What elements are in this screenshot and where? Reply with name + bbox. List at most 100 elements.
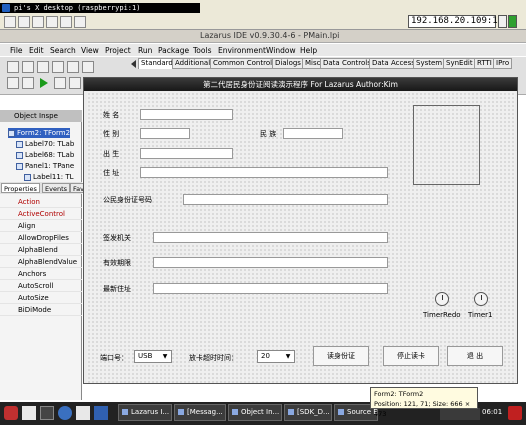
prop-bidi-mode[interactable]: BiDiMode bbox=[0, 304, 82, 316]
open-button[interactable] bbox=[22, 61, 34, 73]
menu-tools[interactable]: Tools bbox=[193, 46, 211, 55]
tab-rtti[interactable]: RTTI bbox=[474, 58, 495, 69]
tab-dialogs[interactable]: Dialogs bbox=[272, 58, 304, 69]
tree-item-label68[interactable]: Label68: TLab bbox=[16, 150, 74, 160]
address-label: 住 址 bbox=[103, 169, 120, 177]
name-field[interactable] bbox=[140, 109, 233, 120]
form-icon bbox=[8, 129, 15, 137]
tab-additional[interactable]: Additional bbox=[172, 58, 214, 69]
read-id-card-button[interactable]: 读身份证 bbox=[313, 346, 369, 366]
stop-reading-button[interactable]: 停止读卡 bbox=[383, 346, 439, 366]
pause-button[interactable] bbox=[54, 77, 66, 89]
vnc-refresh-button[interactable] bbox=[32, 16, 44, 28]
prop-align[interactable]: Align bbox=[0, 220, 82, 232]
view-units-button[interactable] bbox=[7, 77, 19, 89]
menu-search[interactable]: Search bbox=[50, 46, 76, 55]
vnc-ctrl-button[interactable] bbox=[60, 16, 72, 28]
tab-events[interactable]: Events bbox=[42, 183, 71, 193]
tab-data-access[interactable]: Data Access bbox=[369, 58, 418, 69]
run-icon[interactable] bbox=[40, 78, 48, 88]
tab-synedit[interactable]: SynEdit bbox=[443, 58, 476, 69]
file-manager-icon[interactable] bbox=[22, 406, 36, 420]
stop-button[interactable] bbox=[69, 77, 81, 89]
tab-system[interactable]: System bbox=[413, 58, 446, 69]
menu-edit[interactable]: Edit bbox=[29, 46, 44, 55]
prop-allow-drop-files[interactable]: AllowDropFiles bbox=[0, 232, 82, 244]
prop-alpha-blend[interactable]: AlphaBlend bbox=[0, 244, 82, 256]
timer1-icon[interactable] bbox=[474, 292, 488, 306]
tab-ipro[interactable]: IPro bbox=[493, 58, 513, 69]
prop-action[interactable]: Action bbox=[0, 196, 82, 208]
vnc-toolbar: pi's X desktop (raspberrypi:1) 192.168.2… bbox=[0, 0, 526, 30]
tab-properties[interactable]: Properties bbox=[1, 183, 40, 193]
port-select[interactable]: USB ▼ bbox=[134, 350, 172, 363]
menu-window[interactable]: Window bbox=[266, 46, 296, 55]
timeout-select[interactable]: 20 ▼ bbox=[257, 350, 295, 363]
prop-anchors[interactable]: Anchors bbox=[0, 268, 82, 280]
port-value: USB bbox=[138, 352, 153, 360]
panel-icon bbox=[16, 162, 23, 170]
sex-field[interactable] bbox=[140, 128, 190, 139]
minimize-all-icon[interactable] bbox=[76, 406, 90, 420]
new-unit-button[interactable] bbox=[7, 61, 19, 73]
prop-active-control[interactable]: ActiveControl bbox=[0, 208, 82, 220]
tooltip-line2: Position: 121, 71; Size: 666 × 473 bbox=[374, 400, 471, 418]
vnc-alt-button[interactable] bbox=[74, 16, 86, 28]
menu-file[interactable]: File bbox=[10, 46, 23, 55]
prop-alpha-blend-value[interactable]: AlphaBlendValue bbox=[0, 256, 82, 268]
browser-icon[interactable] bbox=[58, 406, 72, 420]
tree-item-panel1[interactable]: Panel1: TPane bbox=[16, 161, 74, 171]
object-inspector-tabs: Properties Events Fav bbox=[0, 182, 87, 194]
save-all-button[interactable] bbox=[52, 61, 64, 73]
menu-view[interactable]: View bbox=[81, 46, 99, 55]
shutdown-icon[interactable] bbox=[508, 406, 522, 420]
vnc-info-button[interactable] bbox=[18, 16, 30, 28]
address-field[interactable] bbox=[140, 167, 388, 178]
desktop-switch-icon[interactable] bbox=[94, 406, 108, 420]
menu-help[interactable]: Help bbox=[300, 46, 317, 55]
issuer-field[interactable] bbox=[153, 232, 388, 243]
timer-redo-icon[interactable] bbox=[435, 292, 449, 306]
raspberry-menu-icon[interactable] bbox=[4, 406, 18, 420]
timer-redo-label: TimerRedo bbox=[423, 311, 461, 319]
chevron-down-icon: ▼ bbox=[162, 353, 168, 360]
tree-item-label70[interactable]: Label70: TLab bbox=[16, 139, 74, 149]
menu-package[interactable]: Package bbox=[158, 46, 189, 55]
tab-standard[interactable]: Standard bbox=[138, 58, 176, 69]
form-size-tooltip: Form2: TForm2 Position: 121, 71; Size: 6… bbox=[370, 387, 478, 418]
toggle-form-button[interactable] bbox=[82, 61, 94, 73]
task-sdk[interactable]: [SDK_D... bbox=[284, 404, 332, 421]
vnc-title: pi's X desktop (raspberrypi:1) bbox=[14, 4, 141, 12]
valid-period-field[interactable] bbox=[153, 257, 388, 268]
task-messages[interactable]: [Messag... bbox=[174, 404, 226, 421]
tab-data-controls[interactable]: Data Controls bbox=[320, 58, 374, 69]
id-number-field[interactable] bbox=[183, 194, 388, 205]
tab-common-controls[interactable]: Common Controls bbox=[210, 58, 279, 69]
tree-item-label11[interactable]: Label11: TL bbox=[24, 172, 74, 182]
form-designer-window[interactable]: 第二代居民身份证阅读演示程序 For Lazarus Author:Kim 姓 … bbox=[83, 77, 518, 384]
menu-run[interactable]: Run bbox=[138, 46, 152, 55]
new-address-field[interactable] bbox=[153, 283, 388, 294]
palette-scroll-left-icon[interactable] bbox=[131, 60, 136, 68]
prop-auto-scroll[interactable]: AutoScroll bbox=[0, 280, 82, 292]
task-lazarus[interactable]: Lazarus I... bbox=[118, 404, 172, 421]
nation-field[interactable] bbox=[283, 128, 343, 139]
vnc-ctrl-alt-del-button[interactable] bbox=[46, 16, 58, 28]
vnc-dropdown-button[interactable] bbox=[498, 15, 507, 28]
vnc-connect-button[interactable] bbox=[508, 15, 517, 28]
tree-item-form2[interactable]: Form2: TForm2 bbox=[8, 128, 71, 138]
vnc-options-button[interactable] bbox=[4, 16, 16, 28]
menu-project[interactable]: Project bbox=[105, 46, 131, 55]
new-form-button[interactable] bbox=[67, 61, 79, 73]
label-icon bbox=[24, 173, 31, 181]
terminal-icon[interactable] bbox=[40, 406, 54, 420]
birth-field[interactable] bbox=[140, 148, 233, 159]
vnc-logo-icon bbox=[2, 4, 10, 12]
view-forms-button[interactable] bbox=[22, 77, 34, 89]
save-button[interactable] bbox=[37, 61, 49, 73]
exit-button[interactable]: 退 出 bbox=[447, 346, 503, 366]
task-object-inspector[interactable]: Object In... bbox=[228, 404, 282, 421]
menu-environment[interactable]: Environment bbox=[218, 46, 266, 55]
vnc-address-field[interactable]: 192.168.20.109:1 bbox=[408, 15, 498, 28]
prop-auto-size[interactable]: AutoSize bbox=[0, 292, 82, 304]
